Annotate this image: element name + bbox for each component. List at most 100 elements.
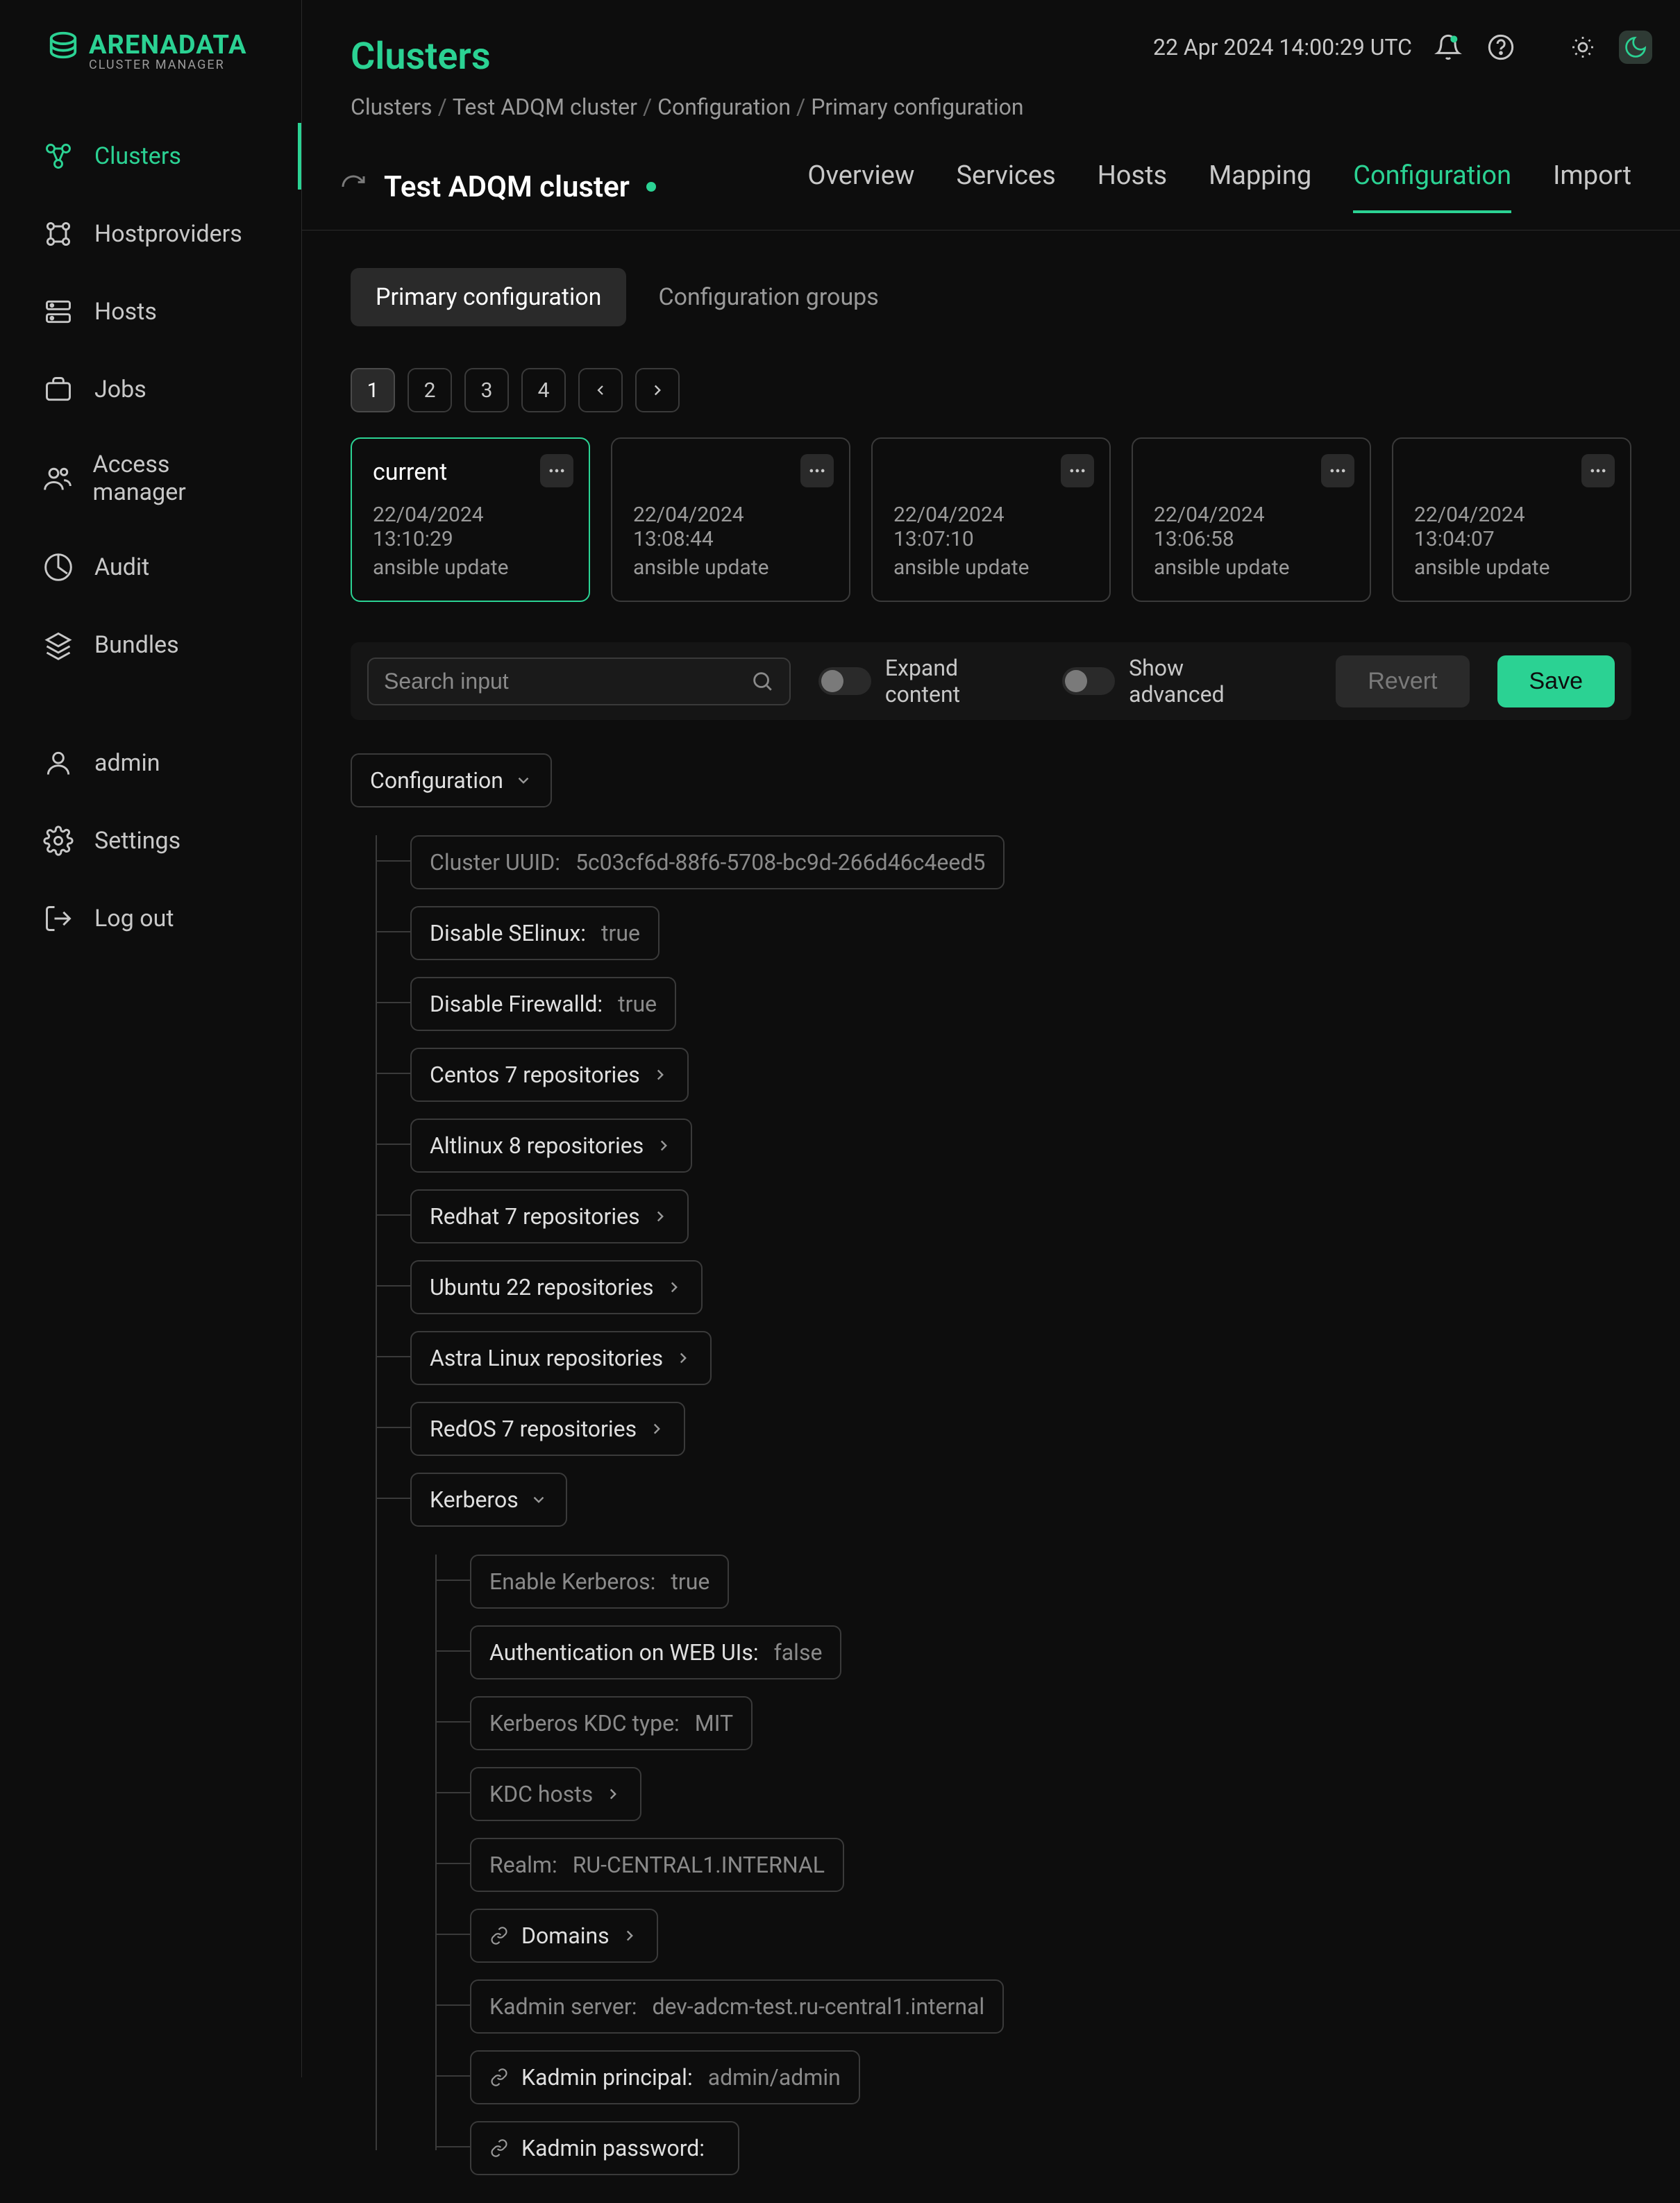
advanced-toggle[interactable]: Show advanced (1062, 655, 1280, 707)
tab-overview[interactable]: Overview (807, 160, 914, 213)
sidebar: ARENADATA CLUSTER MANAGER ClustersHostpr… (0, 0, 302, 2077)
config-node[interactable]: Centos 7 repositories (410, 1048, 689, 1102)
config-node[interactable]: Cluster UUID:5c03cf6d-88f6-5708-bc9d-266… (410, 835, 1005, 889)
config-node[interactable]: Kadmin password: (470, 2121, 739, 2175)
config-node[interactable]: Kadmin principal:admin/admin (470, 2050, 860, 2104)
tab-services[interactable]: Services (956, 160, 1055, 213)
chevron-down-icon (514, 771, 532, 789)
page-3[interactable]: 3 (464, 368, 509, 412)
user-icon (42, 746, 75, 780)
config-node[interactable]: Astra Linux repositories (410, 1331, 712, 1385)
help-icon[interactable] (1484, 31, 1518, 64)
card-desc: ansible update (893, 555, 1089, 580)
config-node[interactable]: Disable SElinux:true (410, 906, 660, 960)
card-menu-button[interactable] (540, 454, 573, 487)
main: 22 Apr 2024 14:00:29 UTC Clusters Cluste… (302, 0, 1680, 2077)
chevron-right-icon (651, 1066, 669, 1084)
briefcase-icon (42, 373, 75, 406)
chevron-right-icon (604, 1785, 622, 1803)
advanced-label: Show advanced (1129, 655, 1280, 707)
breadcrumb-item[interactable]: Configuration (657, 94, 791, 120)
config-node-kerberos[interactable]: Kerberos (410, 1473, 567, 1527)
page-prev[interactable] (578, 368, 623, 412)
breadcrumb-item[interactable]: Test ADQM cluster (453, 94, 637, 120)
sidebar-item-label: Bundles (94, 631, 179, 659)
expand-toggle[interactable]: Expand content (818, 655, 1034, 707)
config-label: Domains (521, 1923, 610, 1949)
link-icon (489, 2138, 509, 2158)
page-1[interactable]: 1 (351, 368, 395, 412)
config-node[interactable]: RedOS 7 repositories (410, 1402, 685, 1456)
card-menu-button[interactable] (1321, 454, 1354, 487)
card-date: 22/04/2024 13:10:29 (373, 503, 568, 551)
version-card[interactable]: 22/04/2024 13:08:44 ansible update (611, 437, 850, 602)
tab-mapping[interactable]: Mapping (1209, 160, 1311, 213)
chevron-down-icon (530, 1491, 548, 1509)
refresh-icon[interactable] (339, 173, 367, 201)
search-icon (750, 669, 774, 693)
version-card[interactable]: 22/04/2024 13:06:58 ansible update (1132, 437, 1371, 602)
sidebar-item-access-manager[interactable]: Access manager (0, 428, 301, 528)
tab-import[interactable]: Import (1553, 160, 1631, 213)
config-node[interactable]: Domains (470, 1909, 658, 1963)
sidebar-item-jobs[interactable]: Jobs (0, 351, 301, 428)
config-node[interactable]: Kerberos KDC type:MIT (470, 1696, 753, 1750)
subtab-configuration-groups[interactable]: Configuration groups (633, 268, 903, 326)
sidebar-item-hostproviders[interactable]: Hostproviders (0, 195, 301, 273)
hostproviders-icon (42, 217, 75, 251)
config-value: 5c03cf6d-88f6-5708-bc9d-266d46c4eed5 (576, 849, 985, 876)
sidebar-item-label: admin (94, 749, 160, 777)
breadcrumb-item: Primary configuration (811, 94, 1023, 120)
config-label: Disable Firewalld: (430, 991, 603, 1017)
search-input[interactable] (384, 669, 750, 694)
config-node[interactable]: Altlinux 8 repositories (410, 1119, 692, 1173)
page-4[interactable]: 4 (521, 368, 566, 412)
status-dot (646, 182, 656, 192)
config-node[interactable]: Redhat 7 repositories (410, 1189, 689, 1243)
save-button[interactable]: Save (1497, 655, 1615, 707)
config-label: RedOS 7 repositories (430, 1416, 637, 1442)
tab-configuration[interactable]: Configuration (1353, 160, 1511, 213)
config-node[interactable]: Kadmin server:dev-adcm-test.ru-central1.… (470, 1979, 1004, 2034)
config-label: Kadmin principal: (521, 2064, 693, 2091)
card-menu-button[interactable] (1061, 454, 1094, 487)
sidebar-item-hosts[interactable]: Hosts (0, 273, 301, 351)
sidebar-item-label: Settings (94, 827, 180, 855)
bell-icon[interactable] (1431, 31, 1465, 64)
sidebar-item-clusters[interactable]: Clusters (0, 117, 301, 195)
chevron-right-icon (655, 1137, 673, 1155)
config-node[interactable]: KDC hosts (470, 1767, 641, 1821)
config-label: Altlinux 8 repositories (430, 1132, 644, 1159)
sun-icon[interactable] (1566, 31, 1599, 64)
config-root[interactable]: Configuration (351, 753, 552, 807)
page-next[interactable] (635, 368, 680, 412)
page-2[interactable]: 2 (408, 368, 452, 412)
version-card[interactable]: 22/04/2024 13:04:07 ansible update (1392, 437, 1631, 602)
sidebar-item-audit[interactable]: Audit (0, 528, 301, 606)
sidebar-item-settings[interactable]: Settings (0, 802, 301, 880)
card-menu-button[interactable] (1581, 454, 1615, 487)
card-title (1414, 458, 1609, 486)
layers-icon (42, 628, 75, 662)
config-node[interactable]: Enable Kerberos:true (470, 1555, 729, 1609)
config-value: dev-adcm-test.ru-central1.internal (652, 1993, 984, 2020)
config-node[interactable]: Disable Firewalld: true (410, 977, 676, 1031)
moon-icon[interactable] (1619, 31, 1652, 64)
sidebar-item-admin[interactable]: admin (0, 724, 301, 802)
sidebar-item-bundles[interactable]: Bundles (0, 606, 301, 684)
card-title: current (373, 458, 568, 486)
sidebar-item-logout[interactable]: Log out (0, 880, 301, 957)
tab-hosts[interactable]: Hosts (1098, 160, 1167, 213)
config-node[interactable]: Authentication on WEB UIs:false (470, 1625, 841, 1680)
breadcrumb-item[interactable]: Clusters (351, 94, 432, 120)
revert-button[interactable]: Revert (1336, 655, 1469, 707)
subtab-primary-configuration[interactable]: Primary configuration (351, 268, 626, 326)
card-date: 22/04/2024 13:06:58 (1154, 503, 1349, 551)
version-card[interactable]: 22/04/2024 13:07:10 ansible update (871, 437, 1111, 602)
config-node[interactable]: Ubuntu 22 repositories (410, 1260, 703, 1314)
config-node[interactable]: Realm:RU-CENTRAL1.INTERNAL (470, 1838, 844, 1892)
config-value: false (774, 1639, 823, 1666)
version-card[interactable]: current 22/04/2024 13:10:29 ansible upda… (351, 437, 590, 602)
config-value: true (618, 991, 657, 1017)
card-menu-button[interactable] (800, 454, 834, 487)
